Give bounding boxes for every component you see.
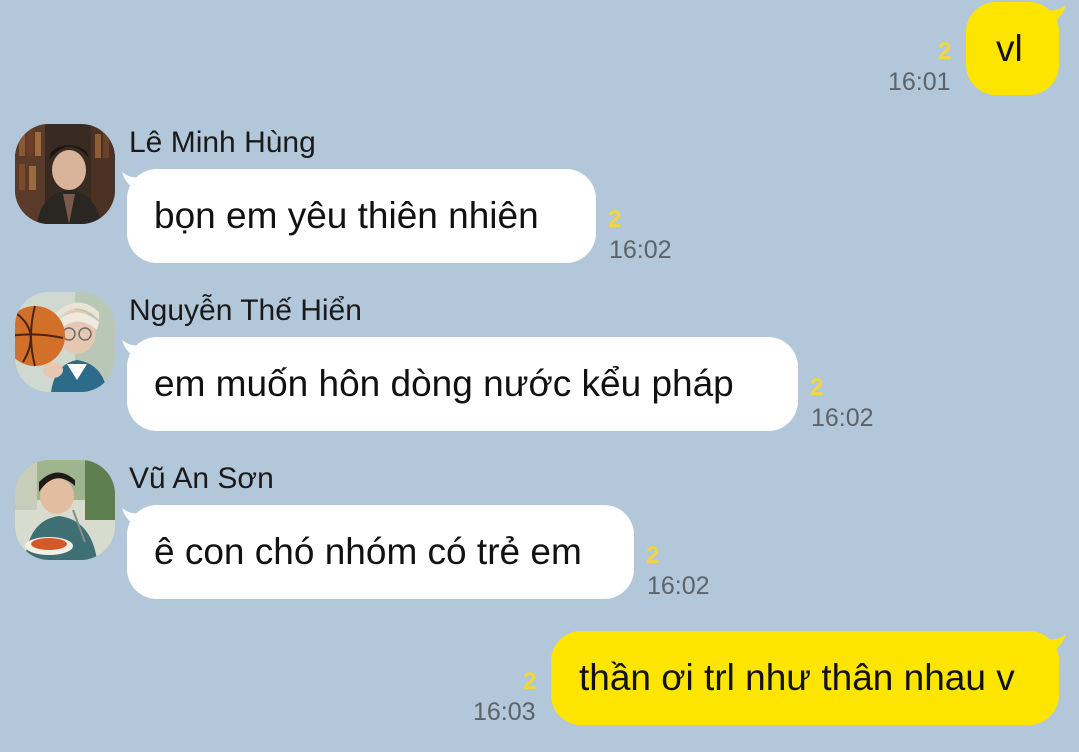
message-time: 16:03 (473, 698, 536, 726)
bubble-tail (1046, 5, 1066, 24)
chat-message-list[interactable]: 2 16:01 vl Lê Minh Hùng bọn em yêu thiên… (0, 0, 1079, 752)
message-text: bọn em yêu thiên nhiên (154, 195, 539, 236)
bubble-tail (1046, 634, 1066, 653)
avatar[interactable] (15, 460, 115, 560)
sender-name: Vũ An Sơn (129, 462, 274, 495)
unread-count: 2 (523, 668, 537, 695)
avatar-photo-icon (15, 124, 115, 224)
message-bubble[interactable]: bọn em yêu thiên nhiên (127, 169, 596, 263)
message-time: 16:02 (647, 572, 710, 600)
sender-name: Nguyễn Thế Hiển (129, 294, 362, 327)
message-text: em muốn hôn dòng nước kểu pháp (154, 363, 734, 404)
unread-count: 2 (810, 374, 824, 401)
message-time: 16:02 (811, 404, 874, 432)
avatar-photo-icon (15, 460, 115, 560)
unread-count: 2 (938, 38, 952, 65)
message-time: 16:01 (888, 68, 951, 96)
unread-count: 2 (646, 542, 660, 569)
unread-count: 2 (608, 206, 622, 233)
message-text: thần ơi trl như thân nhau v (579, 657, 1015, 698)
message-bubble[interactable]: em muốn hôn dòng nước kểu pháp (127, 337, 798, 431)
sender-name: Lê Minh Hùng (129, 126, 316, 159)
avatar[interactable] (15, 292, 115, 392)
message-text: vl (996, 27, 1023, 69)
message-bubble[interactable]: ê con chó nhóm có trẻ em (127, 505, 634, 599)
avatar-photo-icon (15, 292, 115, 392)
message-text: ê con chó nhóm có trẻ em (154, 531, 582, 572)
message-bubble[interactable]: thần ơi trl như thân nhau v (551, 631, 1059, 725)
avatar[interactable] (15, 124, 115, 224)
message-time: 16:02 (609, 236, 672, 264)
